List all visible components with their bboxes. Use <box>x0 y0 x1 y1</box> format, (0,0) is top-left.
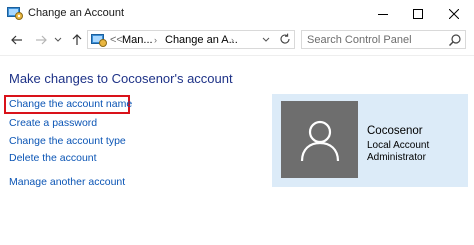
create-password-link[interactable]: Create a password <box>9 117 97 130</box>
control-panel-icon[interactable] <box>7 6 23 20</box>
account-role: Administrator <box>367 152 426 163</box>
breadcrumb-item[interactable]: Change an A... <box>165 32 238 48</box>
minimize-icon <box>378 13 388 15</box>
search-input[interactable] <box>307 32 445 47</box>
title-bar: Change an Account <box>0 0 474 27</box>
minimize-button[interactable] <box>366 0 400 27</box>
user-silhouette-icon <box>300 120 339 161</box>
change-account-type-link[interactable]: Change the account type <box>9 135 126 148</box>
page-heading: Make changes to Cocosenor's account <box>9 71 233 86</box>
back-arrow-icon <box>11 35 22 45</box>
manage-another-account-link[interactable]: Manage another account <box>9 176 125 189</box>
account-name: Cocosenor <box>367 125 423 137</box>
change-account-name-link[interactable]: Change the account name <box>9 98 132 111</box>
close-button[interactable] <box>437 0 471 27</box>
breadcrumb-overflow[interactable]: << <box>110 32 123 48</box>
up-arrow-icon <box>72 34 82 45</box>
back-button[interactable] <box>8 31 26 49</box>
refresh-button[interactable] <box>277 31 293 47</box>
close-icon <box>449 8 459 19</box>
search-box[interactable] <box>301 30 466 49</box>
window-title: Change an Account <box>28 7 125 19</box>
search-icon[interactable] <box>448 33 462 47</box>
chevron-down-icon <box>54 37 62 42</box>
delete-account-link[interactable]: Delete the account <box>9 152 97 165</box>
address-dropdown-button[interactable] <box>259 32 273 48</box>
forward-arrow-icon <box>36 35 47 45</box>
recent-locations-button[interactable] <box>52 31 64 49</box>
maximize-icon <box>413 8 423 19</box>
account-type: Local Account <box>367 140 430 151</box>
address-bar[interactable]: << Man... › Change an A... › <box>87 30 295 49</box>
maximize-button[interactable] <box>401 0 435 27</box>
chevron-down-icon <box>262 37 270 42</box>
breadcrumb-chevron-icon[interactable]: › <box>231 32 234 48</box>
avatar <box>281 101 358 178</box>
breadcrumb-item[interactable]: Man... <box>122 32 153 48</box>
breadcrumb-chevron-icon[interactable]: › <box>154 32 157 48</box>
control-panel-icon <box>91 33 107 47</box>
content-divider <box>0 55 474 56</box>
forward-button[interactable] <box>32 31 50 49</box>
up-button[interactable] <box>68 31 86 49</box>
refresh-icon <box>280 33 290 44</box>
